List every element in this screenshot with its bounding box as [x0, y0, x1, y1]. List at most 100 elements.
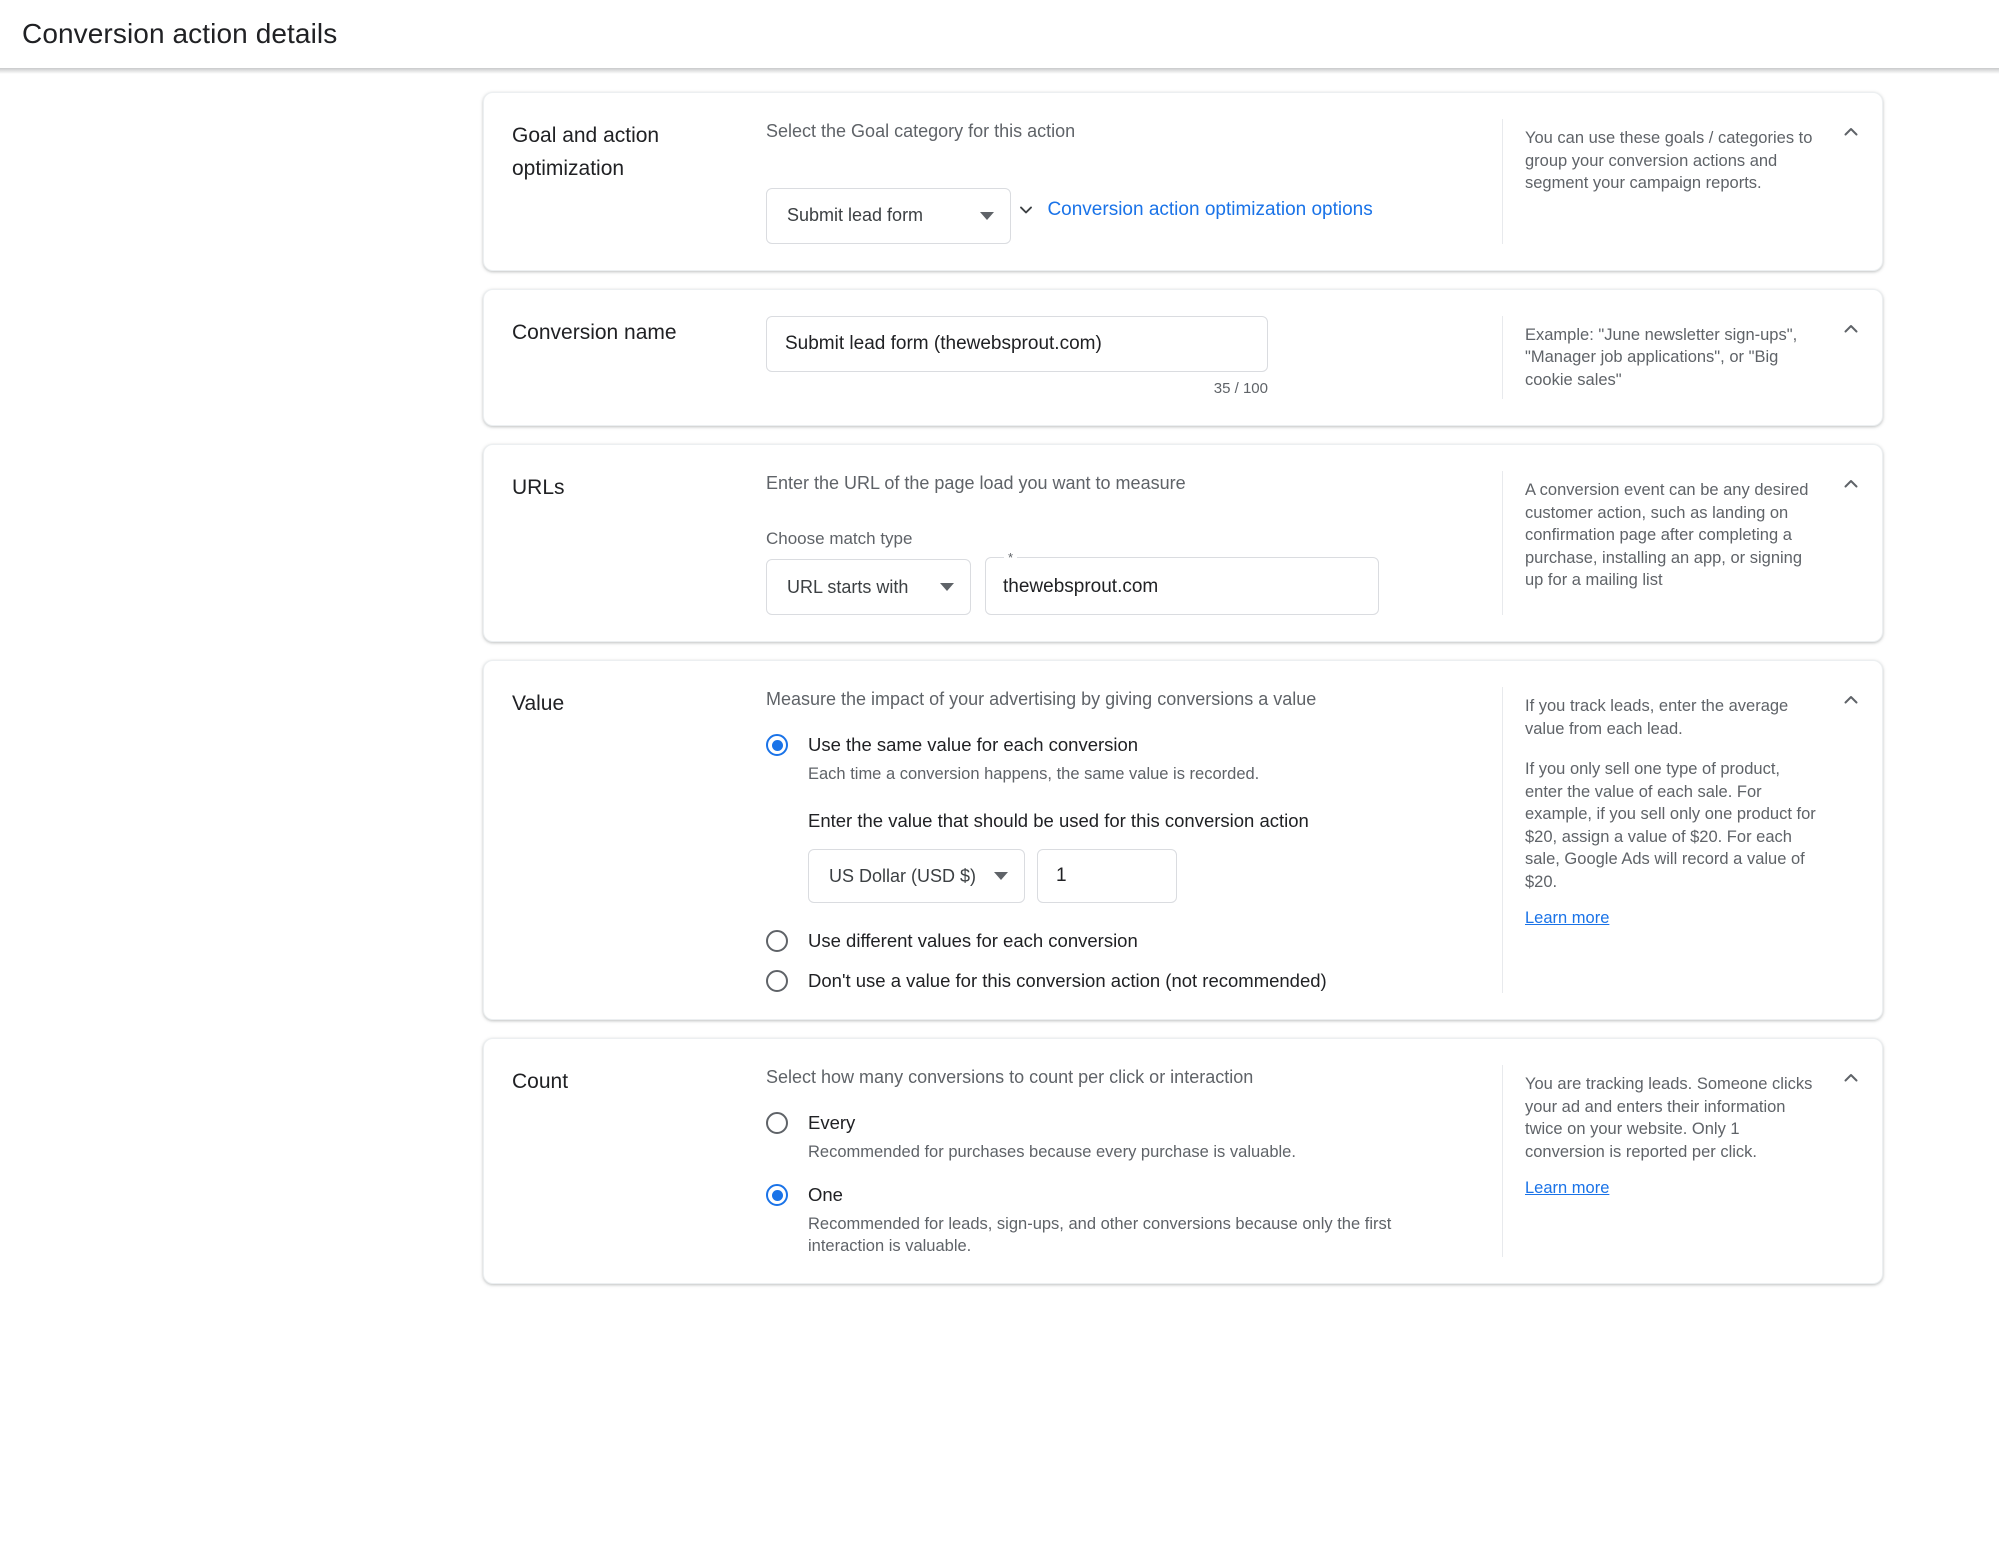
chevron-up-icon: [1844, 324, 1858, 332]
value-prompt: Measure the impact of your advertising b…: [766, 689, 1317, 709]
conversion-value-input[interactable]: 1: [1037, 849, 1178, 903]
conversion-name-value: Submit lead form (thewebsprout.com): [785, 332, 1102, 354]
card-count: Count Select how many conversions to cou…: [483, 1038, 1883, 1284]
card-value-main: Measure the impact of your advertising b…: [766, 687, 1502, 993]
url-value: thewebsprout.com: [1003, 576, 1159, 597]
count-option-one[interactable]: One Recommended for leads, sign-ups, and…: [766, 1183, 1472, 1257]
currency-value: US Dollar (USD $): [829, 865, 977, 886]
card-count-side: You are tracking leads. Someone clicks y…: [1502, 1065, 1882, 1257]
count-option-one-desc: Recommended for leads, sign-ups, and oth…: [808, 1215, 1392, 1255]
card-conversion-name: Conversion name Submit lead form (theweb…: [483, 288, 1883, 426]
value-option-same-label: Use the same value for each conversion: [808, 734, 1139, 755]
page-title: Conversion action details: [22, 18, 338, 49]
radio-icon-unselected[interactable]: [766, 1112, 788, 1134]
card-goal-side: You can use these goals / categories to …: [1502, 119, 1882, 244]
value-option-none[interactable]: Don't use a value for this conversion ac…: [766, 969, 1472, 993]
conversion-action-optimization-options-link[interactable]: Conversion action optimization options: [1015, 199, 1373, 221]
card-urls: URLs Enter the URL of the page load you …: [483, 444, 1883, 642]
value-amount-row: US Dollar (USD $) 1: [808, 849, 1472, 903]
chevron-up-icon: [1844, 480, 1858, 488]
conversion-name-input[interactable]: Submit lead form (thewebsprout.com): [766, 315, 1268, 372]
card-urls-left: URLs: [484, 471, 766, 615]
card-goal-left: Goal and action optimization: [484, 119, 766, 244]
card-urls-main: Enter the URL of the page load you want …: [766, 471, 1502, 615]
count-radio-group: Every Recommended for purchases because …: [766, 1111, 1472, 1257]
card-value-title: Value: [512, 692, 565, 715]
value-option-different[interactable]: Use different values for each conversion: [766, 929, 1472, 953]
count-learn-more-link[interactable]: Learn more: [1525, 1177, 1609, 1199]
card-value-left: Value: [484, 687, 766, 993]
card-count-title: Count: [512, 1070, 569, 1093]
caret-down-icon: [994, 872, 1009, 880]
card-name-title: Conversion name: [512, 320, 677, 344]
chevron-up-icon: [1844, 1074, 1858, 1082]
count-option-one-body: One Recommended for leads, sign-ups, and…: [808, 1183, 1428, 1257]
card-urls-title: URLs: [512, 476, 565, 499]
urls-prompt: Enter the URL of the page load you want …: [766, 473, 1186, 493]
match-type-value: URL starts with: [787, 576, 909, 597]
card-count-left: Count: [484, 1065, 766, 1257]
chevron-down-icon: [1020, 206, 1033, 214]
header-divider-shadow: [0, 68, 1999, 74]
card-name-side: Example: "June newsletter sign-ups", "Ma…: [1502, 315, 1882, 399]
conversion-value-amount: 1: [1056, 865, 1067, 886]
value-radio-group: Use the same value for each conversion E…: [766, 733, 1472, 993]
urls-field-row: URL starts with * thewebsprout.com: [766, 551, 1472, 615]
value-option-none-label: Don't use a value for this conversion ac…: [808, 970, 1327, 991]
value-amount-block: Enter the value that should be used for …: [808, 809, 1472, 903]
caret-down-icon: [980, 211, 994, 220]
value-amount-prompt: Enter the value that should be used for …: [808, 810, 1309, 831]
collapse-value-card-button[interactable]: [1834, 683, 1868, 717]
name-help-text: Example: "June newsletter sign-ups", "Ma…: [1525, 325, 1798, 389]
match-type-select[interactable]: URL starts with: [766, 559, 971, 615]
card-name-main: Submit lead form (thewebsprout.com) 35 /…: [766, 315, 1502, 400]
count-option-every-label: Every: [808, 1112, 856, 1133]
card-goal-main: Select the Goal category for this action…: [766, 119, 1502, 244]
radio-icon-selected[interactable]: [766, 734, 788, 756]
card-goal-and-action-optimization: Goal and action optimization Select the …: [483, 92, 1883, 271]
goal-category-value: Submit lead form: [787, 205, 924, 225]
count-option-one-label: One: [808, 1184, 843, 1205]
count-option-every-desc: Recommended for purchases because every …: [808, 1143, 1296, 1161]
caret-down-icon: [940, 583, 954, 591]
app-header: Conversion action details: [0, 0, 1999, 68]
card-goal-title: Goal and action optimization: [512, 124, 660, 180]
optimization-link-label: Conversion action optimization options: [1047, 199, 1373, 220]
count-prompt: Select how many conversions to count per…: [766, 1067, 1254, 1087]
value-help-text-2: If you only sell one type of product, en…: [1525, 760, 1816, 891]
card-value: Value Measure the impact of your adverti…: [483, 660, 1883, 1020]
match-type-label: Choose match type: [766, 529, 913, 548]
currency-select[interactable]: US Dollar (USD $): [808, 849, 1026, 903]
radio-icon-unselected[interactable]: [766, 930, 788, 952]
urls-help-text: A conversion event can be any desired cu…: [1525, 481, 1809, 589]
card-count-main: Select how many conversions to count per…: [766, 1065, 1502, 1257]
collapse-count-card-button[interactable]: [1834, 1061, 1868, 1095]
conversion-name-char-counter: 35 / 100: [1213, 379, 1268, 397]
radio-icon-unselected[interactable]: [766, 970, 788, 992]
chevron-up-icon: [1844, 696, 1858, 704]
card-value-side: If you track leads, enter the average va…: [1502, 687, 1882, 993]
collapse-goal-card-button[interactable]: [1834, 115, 1868, 149]
goal-help-text: You can use these goals / categories to …: [1525, 129, 1813, 192]
count-help-text: You are tracking leads. Someone clicks y…: [1525, 1075, 1813, 1161]
count-option-every-body: Every Recommended for purchases because …: [808, 1111, 1296, 1163]
page-content: Goal and action optimization Select the …: [0, 74, 1999, 1284]
collapse-urls-card-button[interactable]: [1834, 467, 1868, 501]
url-input-field[interactable]: * thewebsprout.com: [985, 551, 1379, 615]
goal-category-select[interactable]: Submit lead form: [766, 187, 1011, 244]
value-learn-more-link[interactable]: Learn more: [1525, 907, 1609, 929]
url-input[interactable]: thewebsprout.com: [985, 559, 1379, 615]
value-option-different-label: Use different values for each conversion: [808, 930, 1138, 951]
value-help-text-1: If you track leads, enter the average va…: [1525, 697, 1789, 738]
card-urls-side: A conversion event can be any desired cu…: [1502, 471, 1882, 615]
goal-category-prompt: Select the Goal category for this action: [766, 121, 1076, 141]
collapse-name-card-button[interactable]: [1834, 312, 1868, 346]
value-option-different-body: Use different values for each conversion: [808, 929, 1138, 953]
radio-icon-selected[interactable]: [766, 1184, 788, 1206]
chevron-up-icon: [1844, 128, 1858, 136]
value-option-same-desc: Each time a conversion happens, the same…: [808, 765, 1260, 783]
card-name-left: Conversion name: [484, 316, 766, 400]
value-option-none-body: Don't use a value for this conversion ac…: [808, 969, 1327, 993]
count-option-every[interactable]: Every Recommended for purchases because …: [766, 1111, 1472, 1163]
value-option-same[interactable]: Use the same value for each conversion E…: [766, 733, 1472, 785]
